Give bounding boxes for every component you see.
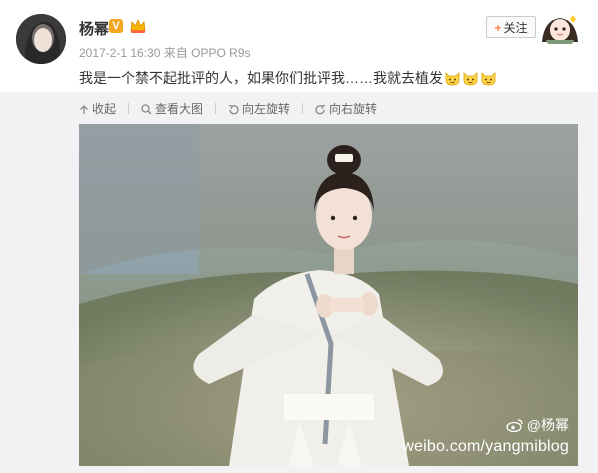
vip-crown-icon (129, 18, 147, 34)
collapse-label: 收起 (92, 102, 117, 116)
post-timestamp[interactable]: 2017-2-1 16:30 (79, 46, 160, 60)
toolbar-divider (128, 103, 130, 114)
collapse-arrow-icon (80, 105, 88, 114)
cat-face-emoticon (444, 70, 461, 87)
rotate-right-icon (315, 104, 326, 115)
plus-icon: + (494, 21, 502, 35)
view-large-label: 查看大图 (155, 102, 204, 116)
rotate-right-button[interactable]: 向右旋转 (315, 100, 377, 117)
toolbar-divider (302, 103, 304, 114)
rotate-left-button[interactable]: 向左旋转 (228, 100, 290, 117)
watermark-handle: @杨幂 (526, 417, 569, 433)
post-photo[interactable]: @杨幂 weibo.com/yangmiblog (79, 124, 578, 466)
post-text-body: 我是一个禁不起批评的人，如果你们批评我……我就去植发 (79, 70, 443, 86)
magnifier-icon (141, 104, 152, 115)
source-prefix: 来自 (163, 46, 188, 60)
weibo-logo-icon (506, 419, 523, 433)
rotate-left-label: 向左旋转 (242, 102, 291, 116)
rotate-left-icon (228, 104, 239, 115)
author-name[interactable]: 杨幂 (79, 18, 109, 39)
verified-badge: V (109, 19, 123, 33)
follow-area: + 关注 (486, 14, 584, 44)
toolbar-divider (215, 103, 217, 114)
cat-face-emoticon (462, 70, 479, 87)
post-text: 我是一个禁不起批评的人，如果你们批评我……我就去植发 (79, 68, 497, 88)
image-watermark: @杨幂 weibo.com/yangmiblog (402, 415, 569, 456)
watermark-handle-row: @杨幂 (402, 415, 569, 435)
media-toolbar: 收起 查看大图 向左旋转 向右旋转 (79, 100, 389, 118)
cat-face-emoticon (480, 70, 497, 87)
follow-button[interactable]: + 关注 (486, 16, 536, 38)
collapse-button[interactable]: 收起 (79, 100, 116, 117)
follow-label: 关注 (503, 21, 528, 35)
cartoon-girl-sticker-icon (536, 14, 584, 44)
watermark-url: weibo.com/yangmiblog (402, 438, 569, 455)
view-large-button[interactable]: 查看大图 (141, 100, 203, 117)
author-avatar[interactable] (16, 14, 66, 64)
rotate-right-label: 向右旋转 (329, 102, 378, 116)
post-source[interactable]: OPPO R9s (191, 46, 250, 60)
post-meta: 2017-2-1 16:30 来自 OPPO R9s (79, 44, 250, 61)
